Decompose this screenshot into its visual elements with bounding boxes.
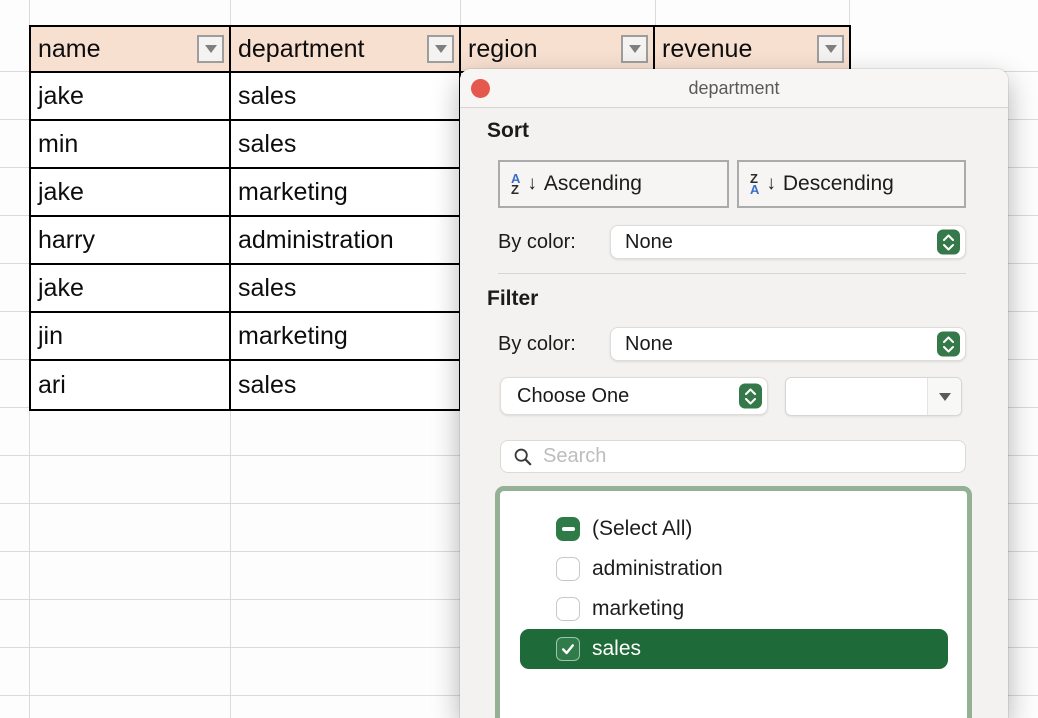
descending-label: Descending	[783, 172, 894, 196]
filter-dropdown-button-department[interactable]	[427, 35, 454, 63]
cell-name[interactable]: jin	[31, 313, 231, 361]
header-cell-name[interactable]: name	[31, 27, 231, 73]
stepper-icon	[937, 230, 960, 255]
choose-one-select[interactable]: Choose One	[500, 377, 768, 415]
letter-a: A	[750, 184, 759, 195]
list-item-administration[interactable]: administration	[500, 549, 967, 589]
filter-by-color-select[interactable]: None	[610, 327, 966, 361]
checkbox-unchecked-icon[interactable]	[556, 597, 580, 621]
cell-department[interactable]: marketing	[231, 169, 461, 217]
sort-ascending-button[interactable]: A Z ↓ Ascending	[498, 160, 729, 208]
cell-name[interactable]: jake	[31, 265, 231, 313]
stepper-icon	[739, 384, 762, 409]
header-cell-department[interactable]: department	[231, 27, 461, 73]
header-label: name	[38, 35, 101, 64]
header-row: name department region revenue	[31, 27, 849, 73]
list-item-label: marketing	[592, 597, 684, 621]
filter-by-color-label: By color:	[498, 327, 576, 361]
down-triangle-icon	[939, 393, 951, 401]
combobox-dropdown-button[interactable]	[927, 378, 961, 415]
cell-name[interactable]: ari	[31, 361, 231, 409]
down-triangle-icon	[205, 45, 217, 53]
cell-name[interactable]: jake	[31, 169, 231, 217]
selected-value: None	[625, 231, 673, 254]
cell-department[interactable]: sales	[231, 361, 461, 409]
search-icon	[513, 447, 533, 467]
cell-department[interactable]: sales	[231, 121, 461, 169]
checkbox-unchecked-icon[interactable]	[556, 557, 580, 581]
minus-icon	[562, 527, 575, 531]
header-label: revenue	[662, 35, 752, 64]
cell-name[interactable]: harry	[31, 217, 231, 265]
sort-za-icon: Z A	[750, 173, 759, 195]
down-triangle-icon	[629, 45, 641, 53]
filter-dropdown-button-revenue[interactable]	[817, 35, 844, 63]
filter-section-heading: Filter	[487, 287, 538, 311]
list-item-marketing[interactable]: marketing	[500, 589, 967, 629]
down-arrow-icon: ↓	[766, 173, 776, 195]
ascending-label: Ascending	[544, 172, 642, 196]
filter-popup: department Sort A Z ↓ Ascending Z A ↓ De…	[460, 69, 1008, 718]
list-item-label: administration	[592, 557, 723, 581]
cell-department[interactable]: administration	[231, 217, 461, 265]
filter-dropdown-button-region[interactable]	[621, 35, 648, 63]
header-label: region	[468, 35, 538, 64]
checkbox-indeterminate-icon[interactable]	[556, 517, 580, 541]
list-item-label: (Select All)	[592, 517, 692, 541]
sort-az-icon: A Z	[511, 173, 520, 195]
filter-criteria-combobox	[785, 377, 962, 416]
down-triangle-icon	[825, 45, 837, 53]
search-box	[500, 440, 966, 473]
letter-z: Z	[511, 184, 520, 195]
cell-name[interactable]: jake	[31, 73, 231, 121]
search-input[interactable]	[543, 445, 965, 468]
cell-department[interactable]: marketing	[231, 313, 461, 361]
header-cell-region[interactable]: region	[461, 27, 655, 73]
sort-section-heading: Sort	[487, 119, 529, 143]
popup-title: department	[460, 69, 1008, 108]
spreadsheet-app: name department region revenue jake sale…	[0, 0, 1038, 718]
filter-dropdown-button-name[interactable]	[197, 35, 224, 63]
header-cell-revenue[interactable]: revenue	[655, 27, 849, 73]
list-item-label: sales	[592, 637, 641, 661]
filter-criteria-input[interactable]	[786, 378, 928, 415]
checkbox-checked-icon[interactable]	[556, 637, 580, 661]
popup-titlebar[interactable]: department	[460, 69, 1008, 108]
section-divider	[498, 273, 966, 274]
cell-department[interactable]: sales	[231, 73, 461, 121]
stepper-icon	[937, 332, 960, 357]
sort-by-color-label: By color:	[498, 225, 576, 259]
list-item-select-all[interactable]: (Select All)	[500, 509, 967, 549]
down-arrow-icon: ↓	[527, 173, 537, 195]
selected-value: Choose One	[517, 385, 629, 408]
cell-department[interactable]: sales	[231, 265, 461, 313]
selected-value: None	[625, 333, 673, 356]
cell-name[interactable]: min	[31, 121, 231, 169]
sort-descending-button[interactable]: Z A ↓ Descending	[737, 160, 966, 208]
filter-values-list: (Select All) administration marketing sa…	[495, 486, 972, 718]
header-label: department	[238, 35, 364, 64]
sort-by-color-select[interactable]: None	[610, 225, 966, 259]
list-item-sales[interactable]: sales	[520, 629, 948, 669]
down-triangle-icon	[435, 45, 447, 53]
